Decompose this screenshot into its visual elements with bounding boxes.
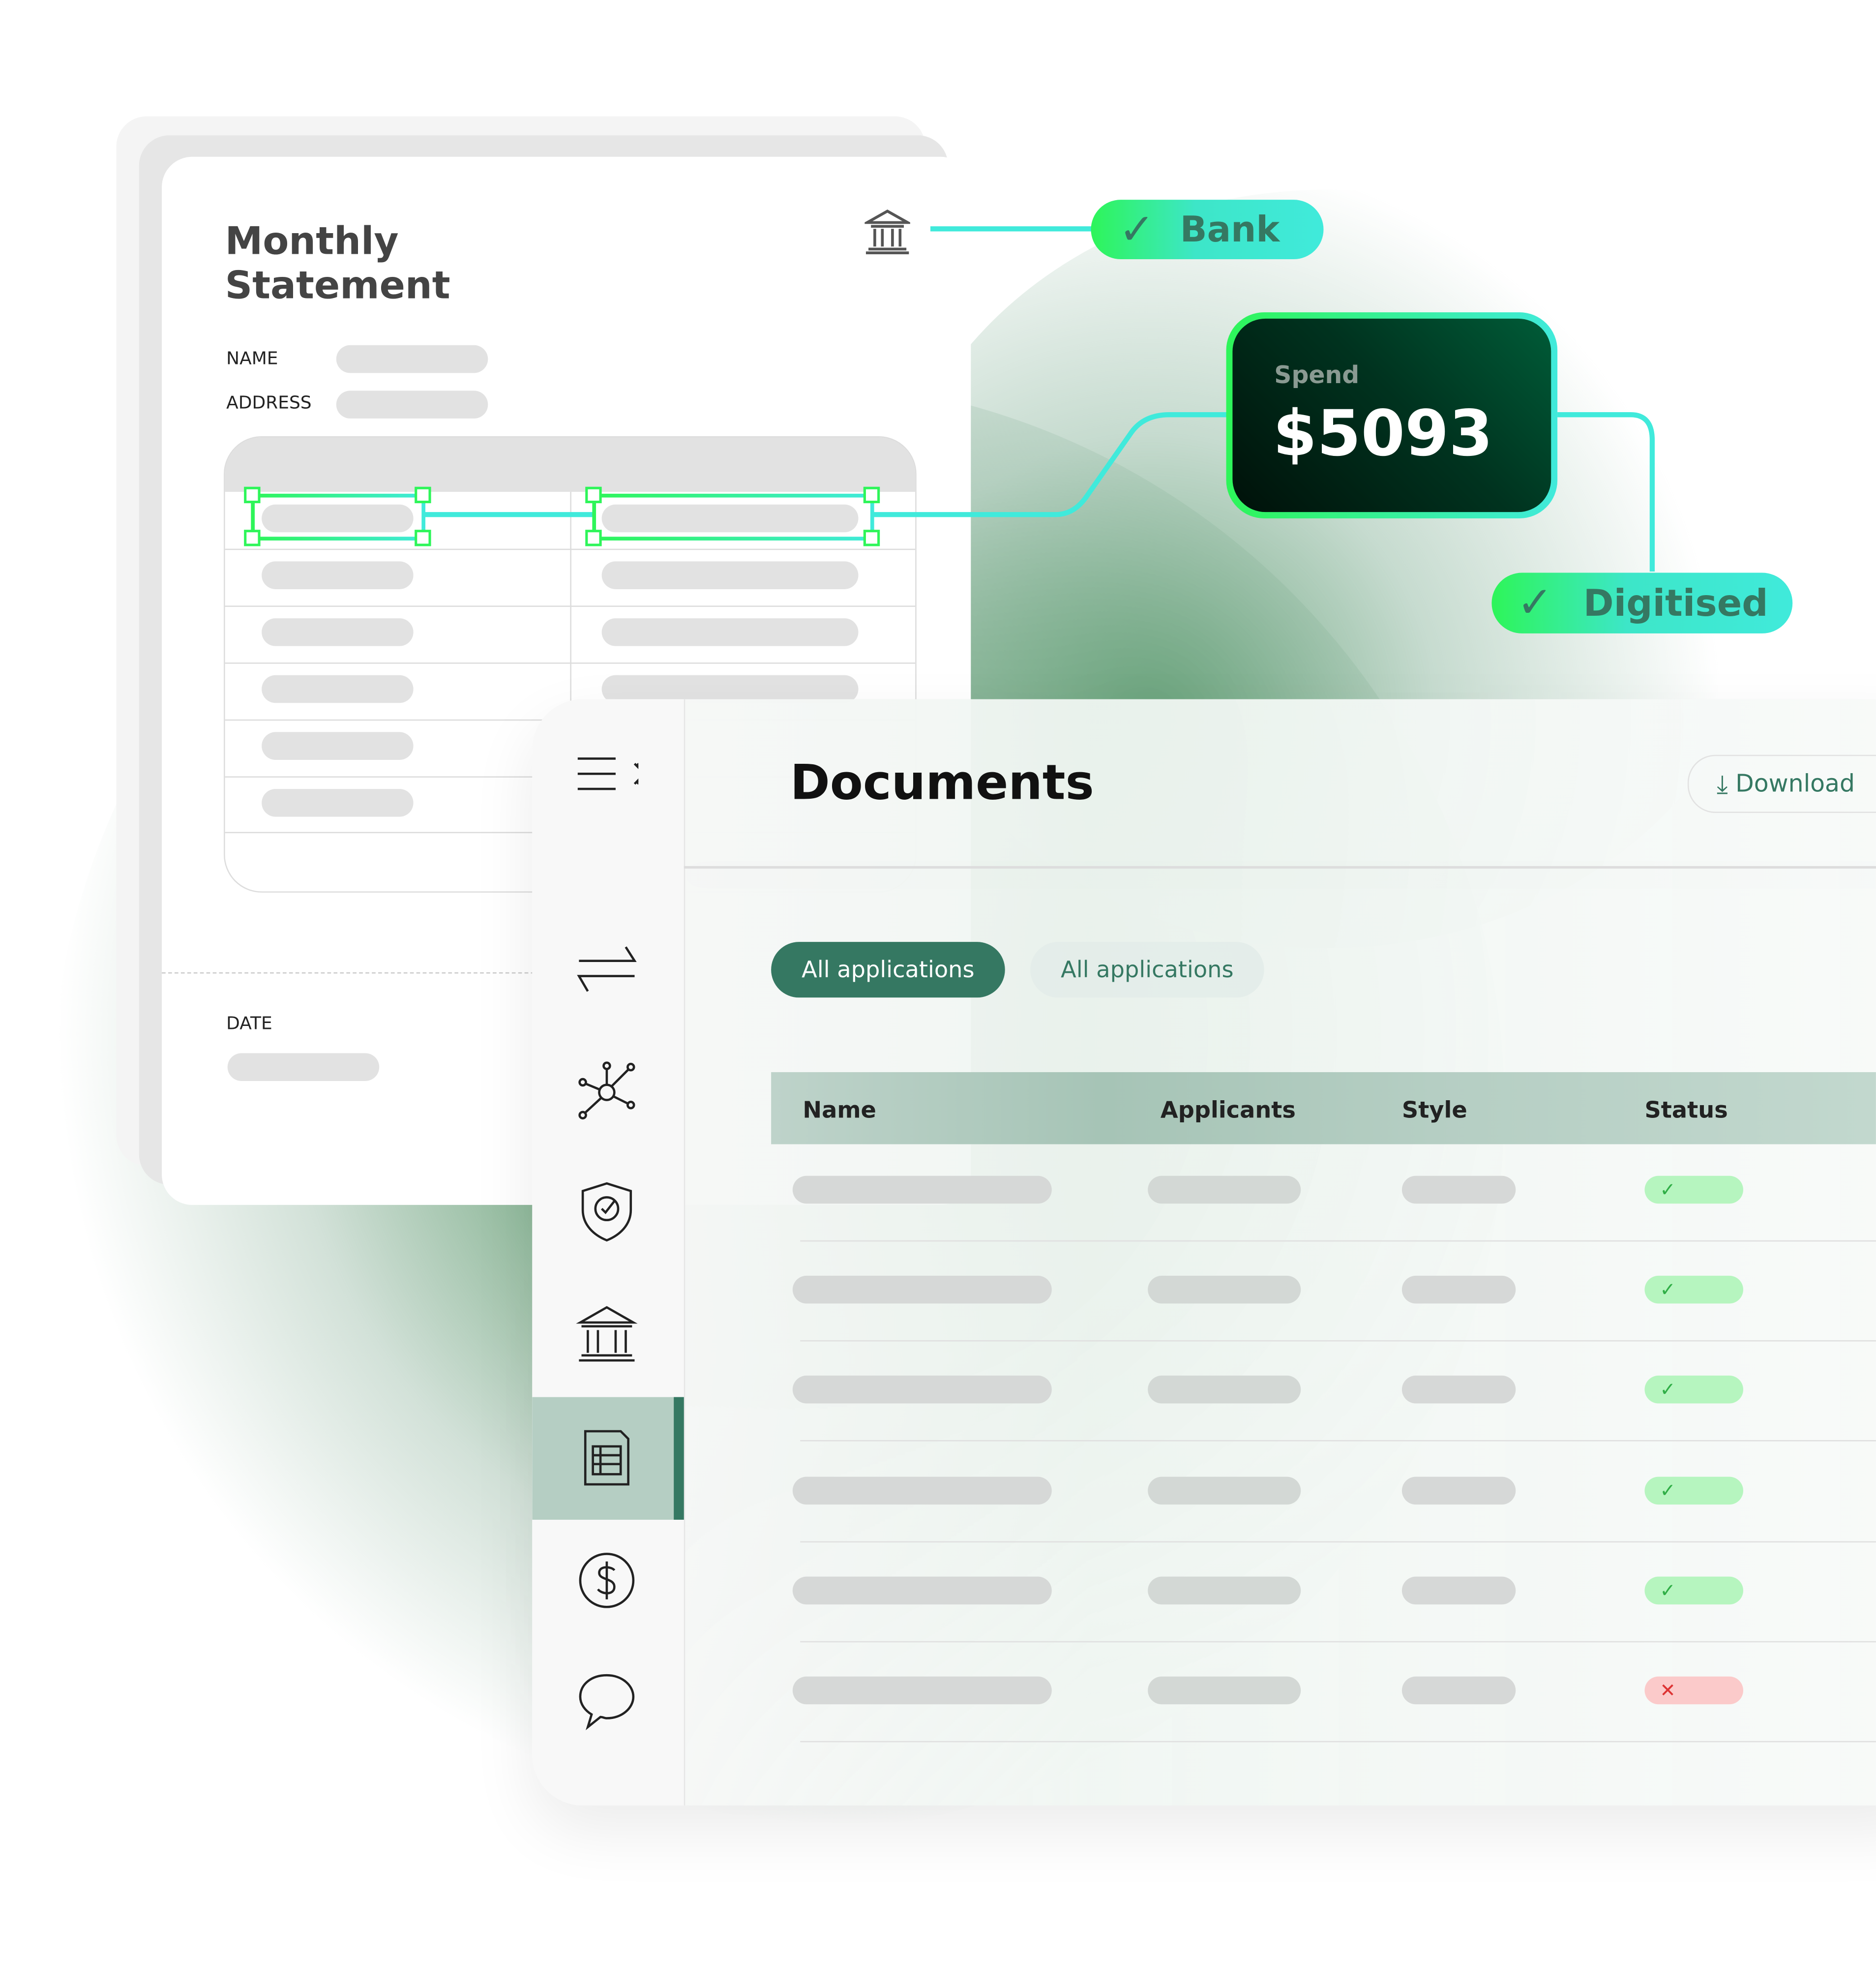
cell-placeholder [792, 1576, 1052, 1604]
download-icon: ⤓ [1717, 768, 1728, 799]
digitised-tag: ✓ Digitised [1491, 572, 1793, 633]
cell-placeholder [1148, 1276, 1301, 1304]
cell-placeholder [1148, 1376, 1301, 1404]
row-divider [800, 1441, 1876, 1442]
check-icon: ✓ [1660, 1579, 1676, 1602]
check-icon: ✓ [1517, 577, 1553, 629]
status-badge-ok: ✓ [1644, 1576, 1743, 1604]
column-name[interactable]: Name [803, 1097, 876, 1124]
cell-placeholder [1148, 1175, 1301, 1204]
row-divider [800, 1340, 1876, 1342]
cell-placeholder [1148, 1476, 1301, 1504]
spend-card: Spend $5093 [1226, 312, 1558, 518]
bank-tag: ✓ Bank [1091, 200, 1324, 259]
cell-placeholder [1148, 1676, 1301, 1705]
check-icon: ✓ [1660, 1478, 1676, 1502]
status-badge-ok: ✓ [1644, 1376, 1743, 1404]
shield-check-icon[interactable] [575, 1179, 639, 1243]
cell-placeholder [1401, 1676, 1516, 1705]
row-divider [800, 1741, 1876, 1743]
spend-value: $5093 [1273, 397, 1493, 471]
download-label: Download [1735, 770, 1855, 798]
cell-placeholder [792, 1276, 1052, 1304]
page-title: Documents [790, 754, 1094, 811]
chat-icon[interactable] [575, 1669, 639, 1732]
status-badge-ok: ✓ [1644, 1276, 1743, 1304]
cell-placeholder [1401, 1276, 1516, 1304]
cell-placeholder [792, 1676, 1052, 1705]
status-badge-error: ✕ [1644, 1676, 1743, 1705]
status-badge-ok: ✓ [1644, 1175, 1743, 1204]
bank-tag-label: Bank [1180, 209, 1280, 250]
cell-placeholder [792, 1476, 1052, 1504]
row-divider [800, 1240, 1876, 1242]
check-icon: ✓ [1119, 204, 1155, 255]
spend-label: Spend [1274, 361, 1360, 390]
check-icon: ✓ [1660, 1278, 1676, 1301]
column-status[interactable]: Status [1644, 1097, 1727, 1124]
digitised-tag-label: Digitised [1583, 581, 1768, 625]
row-divider [800, 1641, 1876, 1642]
menu-expand-icon[interactable] [575, 742, 639, 806]
check-icon: ✓ [1660, 1379, 1676, 1402]
tab-all-applications[interactable]: All applications [771, 942, 1005, 998]
sidebar-active-indicator [674, 1397, 684, 1520]
dollar-icon[interactable] [575, 1549, 639, 1612]
x-icon: ✕ [1660, 1679, 1676, 1702]
cell-placeholder [792, 1175, 1052, 1204]
status-badge-ok: ✓ [1644, 1476, 1743, 1504]
cell-placeholder [1148, 1576, 1301, 1604]
cell-placeholder [1401, 1376, 1516, 1404]
column-style[interactable]: Style [1402, 1097, 1467, 1124]
bank-icon[interactable] [575, 1302, 639, 1366]
network-icon[interactable] [575, 1058, 639, 1122]
cell-placeholder [792, 1376, 1052, 1404]
cell-placeholder [1401, 1476, 1516, 1504]
documents-panel [532, 699, 1876, 1805]
check-icon: ✓ [1660, 1178, 1676, 1202]
tab-all-applications-2[interactable]: All applications [1030, 942, 1264, 998]
cell-placeholder [1401, 1175, 1516, 1204]
sidebar [532, 699, 685, 1805]
document-icon[interactable] [575, 1426, 639, 1490]
cell-placeholder [1401, 1576, 1516, 1604]
download-button[interactable]: ⤓ Download [1687, 754, 1876, 813]
transfer-icon[interactable] [575, 937, 639, 1000]
row-divider [800, 1540, 1876, 1542]
column-applicants[interactable]: Applicants [1161, 1097, 1296, 1124]
